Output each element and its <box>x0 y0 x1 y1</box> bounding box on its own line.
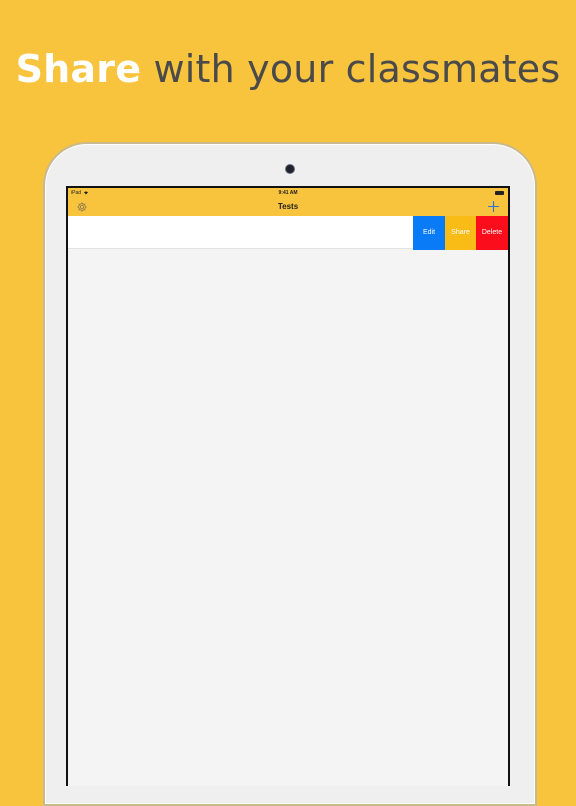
camera-icon <box>286 165 294 173</box>
headline-emphasis: Share <box>15 47 142 91</box>
marketing-headline: Share with your classmates <box>0 44 576 94</box>
delete-button[interactable]: Delete <box>476 216 508 250</box>
ipad-screen: iPad 9:41 AM Tests Edit Share Delete <box>66 186 510 786</box>
plus-icon[interactable] <box>487 200 500 213</box>
share-button[interactable]: Share <box>445 216 476 250</box>
page-title: Tests <box>277 202 299 211</box>
status-bar: iPad 9:41 AM <box>68 188 508 198</box>
battery-icon <box>495 191 504 195</box>
list-item-content[interactable] <box>68 216 413 249</box>
navigation-bar: Tests <box>68 198 508 216</box>
gear-icon[interactable] <box>76 201 88 213</box>
headline-text: with your classmates <box>141 47 561 91</box>
app-screen: iPad 9:41 AM Tests Edit Share Delete <box>68 188 508 786</box>
edit-button[interactable]: Edit <box>413 216 445 250</box>
list-item: Edit Share Delete <box>68 216 508 250</box>
status-time: 9:41 AM <box>278 190 298 196</box>
